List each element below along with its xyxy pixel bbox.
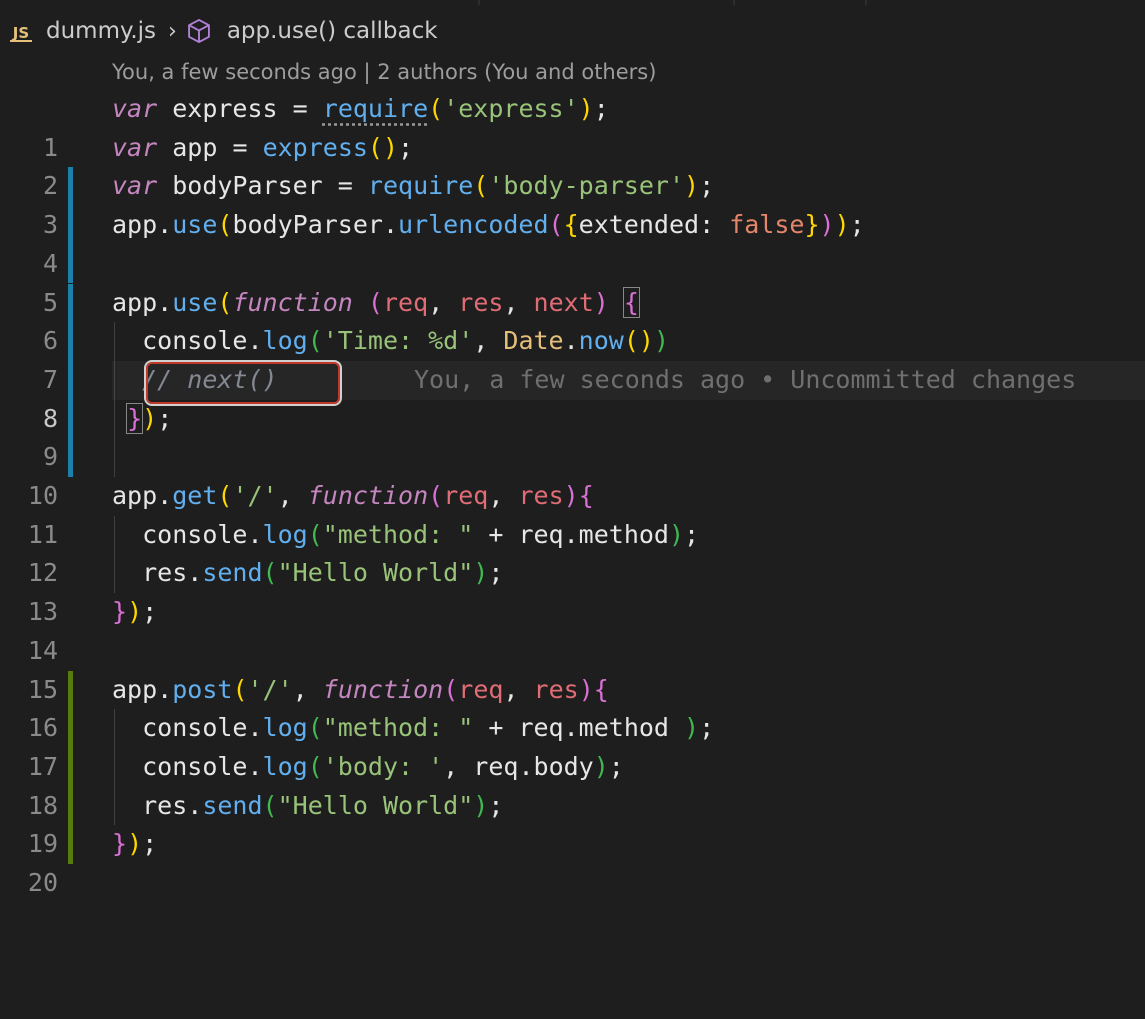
tab-strip xyxy=(0,0,1145,6)
code-line[interactable]: 19 res.send("Hello World"); xyxy=(0,786,1145,858)
token-string: 'express' xyxy=(443,94,579,123)
token-function: require xyxy=(322,94,429,123)
token-parameter: req xyxy=(382,287,429,317)
line-number: 20 xyxy=(27,868,58,897)
code-line[interactable]: 2 var app = express(); xyxy=(0,129,1145,201)
gutter-added-marker[interactable] xyxy=(68,709,73,748)
gutter-modified-marker[interactable] xyxy=(68,244,73,284)
code-line[interactable]: 18 console.log('body: ', req.body); xyxy=(0,747,1145,820)
gutter-modified-marker[interactable] xyxy=(68,399,73,439)
code-line[interactable]: 14 }); xyxy=(0,593,1145,665)
breadcrumb-symbol[interactable]: app.use() callback xyxy=(227,18,438,44)
annotation-highlight-box xyxy=(144,360,342,406)
code-line[interactable]: 11 app.get('/', function(req, res){ xyxy=(0,477,1145,549)
gutter-modified-marker[interactable] xyxy=(68,206,73,245)
gutter-added-marker[interactable] xyxy=(68,670,73,710)
inline-blame-annotation[interactable]: You, a few seconds ago • Uncommitted cha… xyxy=(414,361,1076,400)
chevron-right-icon: › xyxy=(168,18,177,44)
gutter-modified-marker[interactable] xyxy=(68,360,73,400)
code-line[interactable]: 1 var express = require('express'); xyxy=(0,90,1145,162)
gutter-modified-marker[interactable] xyxy=(68,322,73,361)
method-cube-icon xyxy=(185,17,213,45)
js-file-icon: JS xyxy=(8,20,34,42)
code-line[interactable]: 17 console.log("method: " + req.method )… xyxy=(0,709,1145,781)
token-keyword: var xyxy=(112,94,158,123)
gutter-modified-marker[interactable] xyxy=(68,283,73,323)
code-line[interactable]: 12 console.log("method: " + req.method); xyxy=(0,516,1145,588)
code-line[interactable]: 7 console.log('Time: %d', Date.now()) xyxy=(0,322,1145,394)
breadcrumb-file[interactable]: dummy.js xyxy=(46,18,156,44)
code-line[interactable]: 13 res.send("Hello World"); xyxy=(0,554,1145,626)
gutter-modified-marker[interactable] xyxy=(68,438,73,477)
code-line[interactable]: 4 app.use(bodyParser.urlencoded({extende… xyxy=(0,206,1145,278)
code-line[interactable]: 3 var bodyParser = require('body-parser'… xyxy=(0,167,1145,239)
gutter-added-marker[interactable] xyxy=(68,825,73,864)
gutter-added-marker[interactable] xyxy=(68,747,73,787)
gutter-modified-marker[interactable] xyxy=(68,167,73,207)
code-line[interactable]: 20 }); xyxy=(0,825,1145,897)
breadcrumb: JS dummy.js › app.use() callback xyxy=(0,12,1145,50)
token-identifier: express xyxy=(172,94,278,123)
gutter-added-marker[interactable] xyxy=(68,786,73,826)
code-line[interactable]: 15 xyxy=(0,632,1145,704)
code-line[interactable]: 5 xyxy=(0,244,1145,317)
code-line[interactable]: 10 xyxy=(0,438,1145,510)
codelens-blame[interactable]: You, a few seconds ago | 2 authors (You … xyxy=(112,60,656,84)
code-line[interactable]: 6 app.use(function (req, res, next) { xyxy=(0,283,1145,355)
code-line[interactable]: 16 app.post('/', function(req, res){ xyxy=(0,670,1145,742)
